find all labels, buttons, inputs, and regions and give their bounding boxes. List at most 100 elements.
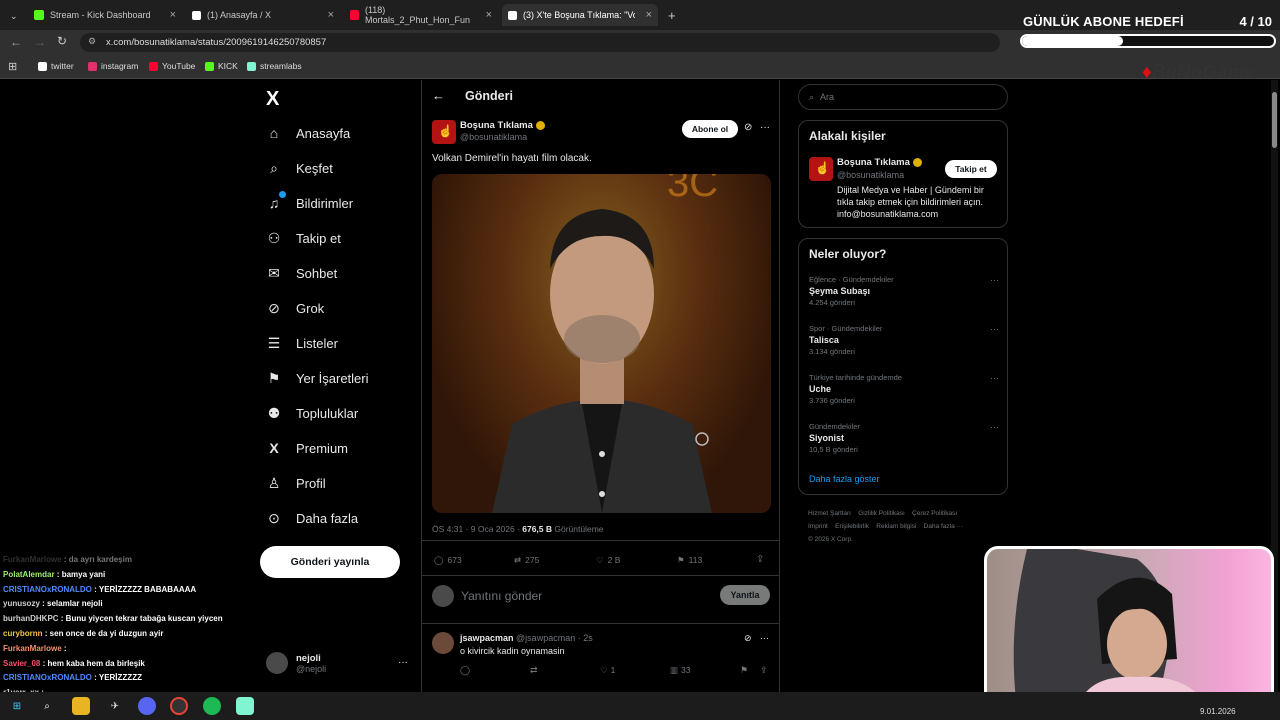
- site-info-icon[interactable]: ⚙: [88, 36, 96, 47]
- close-icon[interactable]: ×: [486, 9, 492, 21]
- nav-item-more[interactable]: ⊙ Daha fazla: [266, 510, 358, 526]
- footer-link[interactable]: Çerez Politikası: [912, 510, 957, 517]
- bookmark-streamlabs[interactable]: streamlabs: [247, 61, 302, 71]
- bookmark-kick[interactable]: KICK: [205, 61, 238, 71]
- nav-label: Profil: [296, 475, 326, 491]
- spotify-icon[interactable]: [203, 697, 221, 715]
- search-icon: ⌕: [809, 91, 815, 102]
- footer-link[interactable]: Imprint: [808, 523, 828, 530]
- nav-item-communities[interactable]: ⚉ Topluluklar: [266, 405, 358, 421]
- close-icon[interactable]: ×: [170, 9, 176, 21]
- author-avatar[interactable]: ☝: [432, 120, 456, 144]
- trend-item[interactable]: Spor · Gündemdekiler Talisca 3.134 gönde…: [809, 324, 999, 356]
- reply-stat[interactable]: ◯ 673: [434, 555, 462, 566]
- windows-start-icon[interactable]: ⊞: [8, 697, 26, 715]
- new-tab-button[interactable]: +: [662, 4, 682, 26]
- bookmark-instagram[interactable]: instagram: [88, 61, 138, 71]
- kick-icon: [34, 10, 44, 20]
- person-avatar[interactable]: ☝: [809, 157, 833, 181]
- back-icon[interactable]: ←: [10, 35, 22, 49]
- reply-button[interactable]: Yanıtla: [720, 585, 770, 605]
- trend-item[interactable]: Gündemdekiler Siyonist 10,5 B gönderi ··…: [809, 422, 999, 454]
- grok-icon[interactable]: ⊘: [744, 122, 752, 133]
- trend-count: 3.134 gönderi: [809, 347, 855, 356]
- back-arrow-icon[interactable]: ←: [432, 88, 445, 103]
- post-text: Volkan Demirel'in hayatı film olacak.: [432, 153, 592, 164]
- tab-kick-dashboard[interactable]: Stream - Kick Dashboard ×: [28, 4, 182, 26]
- url-field[interactable]: ⚙ x.com/bosunatiklama/status/20096191462…: [80, 33, 1000, 52]
- more-icon[interactable]: ···: [990, 373, 999, 383]
- apps-grid-icon[interactable]: ⊞: [8, 60, 17, 73]
- nav-item-home[interactable]: ⌂ Anasayfa: [266, 125, 350, 141]
- nav-item-grok[interactable]: ⊘ Grok: [266, 300, 324, 316]
- footer-link[interactable]: Erişilebilirlik: [835, 523, 869, 530]
- nav-item-messages[interactable]: ✉ Sohbet: [266, 265, 337, 281]
- streamlabs-icon[interactable]: [236, 697, 254, 715]
- nav-item-premium[interactable]: X Premium: [266, 440, 348, 456]
- more-icon[interactable]: ···: [990, 275, 999, 285]
- chat-message: PolatAlemdar : bamya yani: [3, 570, 105, 579]
- more-icon[interactable]: ···: [760, 122, 770, 133]
- footer-link[interactable]: Hizmet Şartları: [808, 510, 851, 517]
- post-image[interactable]: 3C: [432, 174, 771, 513]
- x-logo-icon[interactable]: X: [266, 88, 279, 111]
- scrollbar-thumb[interactable]: [1272, 92, 1277, 148]
- nav-item-explore[interactable]: ⌕ Keşfet: [266, 160, 333, 176]
- reply-author[interactable]: jsawpacman: [460, 633, 514, 643]
- author-handle[interactable]: @bosunatiklama: [460, 132, 527, 142]
- nav-item-follow[interactable]: ⚇ Takip et: [266, 230, 341, 246]
- repost-stat[interactable]: ⇄ 275: [514, 555, 539, 566]
- more-icon[interactable]: ···: [398, 657, 408, 668]
- avatar[interactable]: [432, 632, 454, 654]
- search-input[interactable]: ⌕ Ara: [798, 84, 1008, 110]
- footer-link[interactable]: Daha fazla ···: [924, 523, 963, 530]
- follow-button[interactable]: Takip et: [945, 160, 997, 178]
- comment-icon[interactable]: ◯: [460, 665, 470, 676]
- nav-item-lists[interactable]: ☰ Listeler: [266, 335, 338, 351]
- person-name[interactable]: Boşuna Tıklama: [837, 157, 922, 168]
- post-button[interactable]: Gönderi yayınla: [260, 546, 400, 578]
- forward-icon[interactable]: →: [34, 35, 46, 49]
- reload-icon[interactable]: ↻: [57, 34, 67, 48]
- account-switcher[interactable]: nejoli @nejoli: [266, 652, 326, 674]
- repost-icon[interactable]: ⇄: [530, 665, 538, 676]
- tab-youtube[interactable]: (118) Mortals_2_Phut_Hon_Fun ×: [344, 4, 498, 26]
- show-more-link[interactable]: Daha fazla göster: [809, 474, 880, 484]
- close-icon[interactable]: ×: [646, 9, 652, 21]
- chrome-icon[interactable]: [170, 697, 188, 715]
- chat-username: Savier_08: [3, 658, 41, 668]
- share-icon[interactable]: ⇪: [756, 554, 764, 565]
- reply-views-stat[interactable]: ▥ 33: [670, 665, 691, 676]
- author-name[interactable]: Boşuna Tıklama: [460, 120, 545, 131]
- reply-input[interactable]: Yanıtını gönder: [461, 589, 542, 603]
- tab-x-home[interactable]: (1) Anasayfa / X ×: [186, 4, 340, 26]
- windows-taskbar: ⊞ ⌕ ✈ 9.01.2026: [0, 692, 1280, 720]
- discord-icon[interactable]: [138, 697, 156, 715]
- like-stat[interactable]: ♡ 2 B: [596, 555, 620, 566]
- more-icon[interactable]: ···: [990, 422, 999, 432]
- tab-x-post[interactable]: (3) X'te Boşuna Tıklama: "Volka ×: [502, 4, 658, 26]
- file-explorer-icon[interactable]: [72, 697, 90, 715]
- bookmark-stat[interactable]: ⚑ 113: [677, 555, 702, 566]
- nav-item-profile[interactable]: ♙ Profil: [266, 475, 326, 491]
- search-icon[interactable]: ⌕: [38, 697, 56, 715]
- trend-item[interactable]: Eğlence · Gündemdekiler Şeyma Subaşı 4.2…: [809, 275, 999, 307]
- more-icon[interactable]: ···: [990, 324, 999, 334]
- tab-list-button[interactable]: ⌄: [4, 5, 24, 27]
- app-icon[interactable]: ✈: [106, 697, 124, 715]
- bookmark-twitter[interactable]: twitter: [38, 61, 74, 71]
- footer-link[interactable]: Gizlilik Politikası: [858, 510, 905, 517]
- reply-like-stat[interactable]: ♡ 1: [600, 665, 615, 676]
- nav-item-notifications[interactable]: ♫ Bildirimler: [266, 191, 353, 211]
- bookmark-youtube[interactable]: YouTube: [149, 61, 195, 71]
- trend-item[interactable]: Türkiye tarihinde gündemde Uche 3.736 gö…: [809, 373, 999, 405]
- footer-link[interactable]: Reklam bilgisi: [876, 523, 916, 530]
- subscribe-button[interactable]: Abone ol: [682, 120, 738, 138]
- grok-icon[interactable]: ⊘: [744, 633, 752, 644]
- share-icon[interactable]: ⇪: [760, 665, 768, 676]
- more-icon[interactable]: ···: [760, 633, 769, 643]
- bookmark-icon[interactable]: ⚑: [740, 665, 748, 676]
- nav-item-bookmarks[interactable]: ⚑ Yer İşaretleri: [266, 370, 369, 386]
- close-icon[interactable]: ×: [328, 9, 334, 21]
- trend-category: Gündemdekiler: [809, 422, 860, 431]
